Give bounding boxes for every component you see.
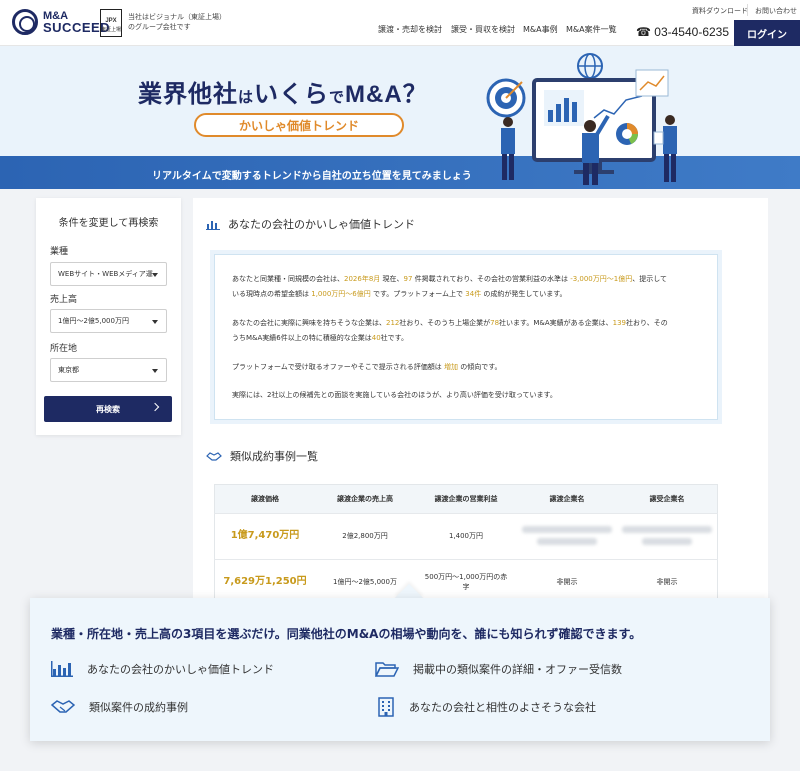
col-price: 譲渡価格 bbox=[215, 485, 315, 513]
row-divider bbox=[214, 513, 718, 514]
nav-cases[interactable]: M&A事例 bbox=[523, 24, 558, 35]
chevron-down-icon bbox=[152, 273, 158, 277]
research-button[interactable]: 再検索 bbox=[44, 396, 172, 422]
handshake-icon bbox=[206, 452, 222, 461]
table-row-1-seller-redacted-2 bbox=[537, 538, 597, 545]
group-note-line1: 当社はビジョナル（東証上場） bbox=[128, 13, 226, 21]
building-icon bbox=[378, 697, 394, 717]
phone-text: 03-4540-6235 bbox=[654, 25, 730, 39]
location-label: 所在地 bbox=[50, 344, 78, 354]
handshake-icon bbox=[51, 700, 75, 713]
chevron-right-icon bbox=[150, 402, 160, 412]
table-row-1-price: 1億7,470万円 bbox=[230, 530, 300, 541]
sales-select[interactable]: 1億円〜2億5,000万円 bbox=[50, 309, 167, 333]
row-divider bbox=[214, 559, 718, 560]
phone-number[interactable]: ☎ 03-4540-6235 bbox=[636, 25, 729, 39]
sales-value: 1億円〜2億5,000万円 bbox=[58, 317, 129, 325]
person-left bbox=[501, 117, 515, 180]
site-header: M&A SUCCEED JPX 東証上場 当社はビジョナル（東証上場） のグルー… bbox=[0, 0, 800, 46]
trend-paragraph-3: プラットフォームで受け取るオファーやそこで提示される評価額は 増加 の傾向です。 bbox=[232, 363, 502, 371]
hero-pill: かいしゃ価値トレンド bbox=[194, 113, 404, 137]
feature-matches: あなたの会社と相性のよさそうな会社 bbox=[377, 697, 596, 717]
search-panel-title: 条件を変更して再検索 bbox=[58, 218, 159, 229]
feature-listings: 掲載中の類似案件の詳細・オファー受信数 bbox=[375, 661, 622, 677]
bar-chart-icon bbox=[51, 661, 73, 677]
table-row-2-buyer: 非開示 bbox=[656, 578, 678, 586]
trend-paragraph-1: あなたと同業種・同規模の会社は、2026年8月 現在、97 件掲載されており、そ… bbox=[232, 275, 668, 298]
feature-trend: あなたの会社のかいしゃ価値トレンド bbox=[51, 661, 274, 677]
hero-title-3: いくら bbox=[254, 81, 330, 108]
cases-section-title-text: 類似成約事例一覧 bbox=[230, 450, 318, 463]
table-row-1-buyer-redacted-2 bbox=[642, 538, 692, 545]
feature-cases: 類似案件の成約事例 bbox=[51, 699, 188, 715]
hero-title-1: 業界他社 bbox=[138, 81, 238, 108]
table-row-2-profit-line2: 字 bbox=[462, 583, 470, 591]
callout-title: 業種・所在地・売上高の3項目を選ぶだけ。同業他社のM&Aの相場や動向を、誰にも知… bbox=[51, 627, 642, 641]
table-row-2-profit-line1: 500万円〜1,000万円の赤 bbox=[424, 573, 508, 581]
research-button-label: 再検索 bbox=[96, 404, 120, 414]
jpx-sub: 東証上場 bbox=[101, 27, 122, 33]
table-row-2-price: 7,629万1,250円 bbox=[223, 576, 307, 587]
hero-title-4: で bbox=[329, 89, 346, 106]
brand-logo[interactable]: M&A SUCCEED bbox=[12, 9, 110, 35]
jpx-label: JPX bbox=[105, 18, 117, 24]
bar-chart-icon bbox=[206, 221, 220, 230]
feature-listings-label: 掲載中の類似案件の詳細・オファー受信数 bbox=[413, 663, 622, 676]
logo-mark-icon bbox=[12, 9, 38, 35]
table-row-1-profit: 1,400万円 bbox=[448, 532, 484, 540]
contact-link[interactable]: お問い合わせ bbox=[755, 6, 797, 16]
group-note: 当社はビジョナル（東証上場） のグループ会社です bbox=[128, 12, 226, 32]
doc-download-link[interactable]: 資料ダウンロード bbox=[692, 6, 748, 16]
cases-section-title: 類似成約事例一覧 bbox=[206, 448, 318, 464]
divider bbox=[747, 4, 748, 16]
table-row-1-seller-redacted bbox=[522, 526, 612, 533]
sales-label: 売上高 bbox=[50, 295, 78, 305]
hero-title-2: は bbox=[238, 89, 255, 106]
feature-cases-label: 類似案件の成約事例 bbox=[89, 701, 188, 714]
col-profit: 譲渡企業の営業利益 bbox=[415, 485, 517, 513]
col-sales: 譲渡企業の売上高 bbox=[315, 485, 415, 513]
location-select[interactable]: 東京都 bbox=[50, 358, 167, 382]
industry-value: WEBサイト・WEBメディア運 bbox=[58, 270, 153, 278]
hero-title-5: M&A？ bbox=[345, 81, 428, 108]
table-row-2-profit: 500万円〜1,000万円の赤 字 bbox=[415, 568, 517, 596]
industry-label: 業種 bbox=[50, 247, 69, 257]
person-right bbox=[653, 115, 677, 182]
feature-matches-label: あなたの会社と相性のよさそうな会社 bbox=[409, 701, 596, 714]
col-seller: 譲渡企業名 bbox=[517, 485, 617, 513]
phone-icon: ☎ bbox=[636, 25, 655, 39]
table-row-1-buyer-redacted bbox=[622, 526, 712, 533]
nav-listings[interactable]: M&A案件一覧 bbox=[566, 24, 617, 35]
nav-sell[interactable]: 譲渡・売却を検討 bbox=[378, 24, 442, 35]
table-row-2-seller: 非開示 bbox=[556, 578, 578, 586]
col-buyer: 譲受企業名 bbox=[617, 485, 717, 513]
trend-section-title-text: あなたの会社のかいしゃ価値トレンド bbox=[228, 218, 415, 231]
table-row-1-sales: 2億2,800万円 bbox=[342, 532, 388, 540]
location-value: 東京都 bbox=[58, 366, 79, 374]
chevron-down-icon bbox=[152, 320, 158, 324]
hero-band-text: リアルタイムで変動するトレンドから自社の立ち位置を見てみましょう bbox=[152, 171, 472, 182]
industry-select[interactable]: WEBサイト・WEBメディア運 bbox=[50, 262, 167, 286]
jpx-logo: JPX 東証上場 bbox=[100, 9, 122, 37]
trend-paragraph-2: あなたの会社に実際に興味を持ちそうな企業は、212社おり、そのうち上場企業が78… bbox=[232, 319, 668, 342]
group-note-line2: のグループ会社です bbox=[128, 23, 191, 31]
hero-illustration bbox=[486, 53, 677, 185]
trend-paragraph-4: 実際には、2社以上の候補先との面談を実施している会社のほうが、より高い評価を受け… bbox=[232, 391, 557, 399]
hero-title: 業界他社はいくらでM&A？ bbox=[138, 74, 428, 109]
nav-buy[interactable]: 譲受・買収を検討 bbox=[451, 24, 515, 35]
login-button[interactable]: ログイン bbox=[734, 20, 800, 46]
folder-open-icon bbox=[375, 662, 399, 677]
chevron-down-icon bbox=[152, 369, 158, 373]
trend-section-title: あなたの会社のかいしゃ価値トレンド bbox=[206, 216, 415, 232]
feature-trend-label: あなたの会社のかいしゃ価値トレンド bbox=[87, 663, 274, 676]
